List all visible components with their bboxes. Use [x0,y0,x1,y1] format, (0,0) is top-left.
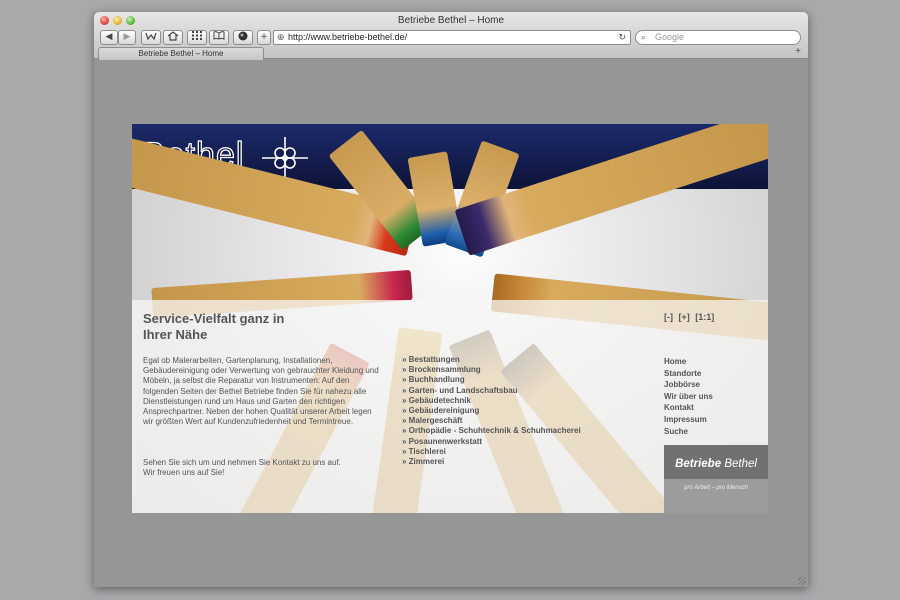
web-page: Bethel Service-Vielfalt ganz in [132,124,768,513]
new-tab-button[interactable]: + [795,46,801,57]
tab-active[interactable]: Betriebe Bethel – Home [98,47,264,60]
tab-label: Betriebe Bethel – Home [138,49,224,58]
intro-text: Egal ob Malerarbeiten, Gartenplanung, In… [143,356,379,427]
brand-box: Betriebe Bethel pro Arbeit – pro Mensch [664,445,768,513]
browser-toolbar: Betriebe Bethel – Home ◀ ▶ + ⊕ http://ww… [94,12,808,60]
url-text: http://www.betriebe-bethel.de/ [288,32,408,42]
address-bar[interactable]: ⊕ http://www.betriebe-bethel.de/ ↻ [273,30,631,45]
service-link[interactable]: Malergeschäft [402,416,581,426]
brand-title-bold: Betriebe [675,458,722,470]
nav-item-jobboerse[interactable]: Jobbörse [664,379,713,391]
service-link[interactable]: Orthopädie - Schuhtechnik & Schuhmachere… [402,426,581,436]
main-nav: Home Standorte Jobbörse Wir über uns Kon… [664,356,713,437]
service-link[interactable]: Garten- und Landschaftsbau [402,386,581,396]
outro-text: Sehen Sie sich um und nehmen Sie Kontakt… [143,458,383,478]
plus-icon: + [260,32,268,42]
add-bookmark-button[interactable]: + [257,30,271,45]
top-sites-button[interactable] [187,30,207,45]
service-link[interactable]: Zimmerei [402,457,581,467]
grid-icon [192,31,202,40]
brand-box-top: Betriebe Bethel [664,445,768,479]
service-link[interactable]: Gebäudereinigung [402,406,581,416]
forward-button[interactable]: ▶ [118,30,136,45]
outro-line-2: Wir freuen uns auf Sie! [143,468,225,478]
forward-arrow-icon: ▶ [123,32,131,42]
book-icon [213,31,225,40]
ghostery-button[interactable] [233,30,253,45]
history-icon [145,32,157,41]
font-smaller-button[interactable]: [-] [664,312,673,322]
service-link[interactable]: Brockensammlung [402,365,581,375]
nav-item-standorte[interactable]: Standorte [664,368,713,380]
font-reset-button[interactable]: [1:1] [695,312,714,322]
font-larger-button[interactable]: [+] [679,312,690,322]
service-link[interactable]: Posaunenwerkstatt [402,437,581,447]
home-icon [167,31,179,41]
nav-item-impressum[interactable]: Impressum [664,414,713,426]
back-arrow-icon: ◀ [105,32,113,42]
window-title: Betriebe Bethel – Home [397,15,505,26]
search-icon: ⌕ [641,32,647,42]
page-heading: Service-Vielfalt ganz in Ihrer Nähe [143,311,285,342]
nav-item-suche[interactable]: Suche [664,426,713,438]
service-link[interactable]: Bestattungen [402,355,581,365]
nav-item-home[interactable]: Home [664,356,713,368]
service-link[interactable]: Buchhandlung [402,375,581,385]
brand-title: Betriebe Bethel [664,458,768,470]
brand-title-rest: Bethel [724,458,757,470]
circle-badge-icon [238,31,248,41]
browser-window: Betriebe Bethel – Home ◀ ▶ + ⊕ http://ww… [94,12,808,587]
globe-icon: ⊕ [277,32,285,42]
history-button[interactable] [141,30,161,45]
nav-item-wir-ueber-uns[interactable]: Wir über uns [664,391,713,403]
back-button[interactable]: ◀ [100,30,118,45]
nav-item-kontakt[interactable]: Kontakt [664,402,713,414]
reload-icon[interactable]: ↻ [618,31,626,44]
service-link[interactable]: Tischlerei [402,447,581,457]
brand-slogan: pro Arbeit – pro Mensch [684,485,748,491]
search-placeholder: Google [655,32,685,42]
font-size-controls: [-] [+] [1:1] [664,312,714,322]
service-link[interactable]: Gebäudetechnik [402,396,581,406]
outro-line-1: Sehen Sie sich um und nehmen Sie Kontakt… [143,458,341,467]
bookmarks-button[interactable] [209,30,229,45]
search-field[interactable]: ⌕ Google [635,30,801,45]
service-links: Bestattungen Brockensammlung Buchhandlun… [402,355,581,467]
resize-grip-icon[interactable] [798,577,806,585]
home-button[interactable] [163,30,183,45]
